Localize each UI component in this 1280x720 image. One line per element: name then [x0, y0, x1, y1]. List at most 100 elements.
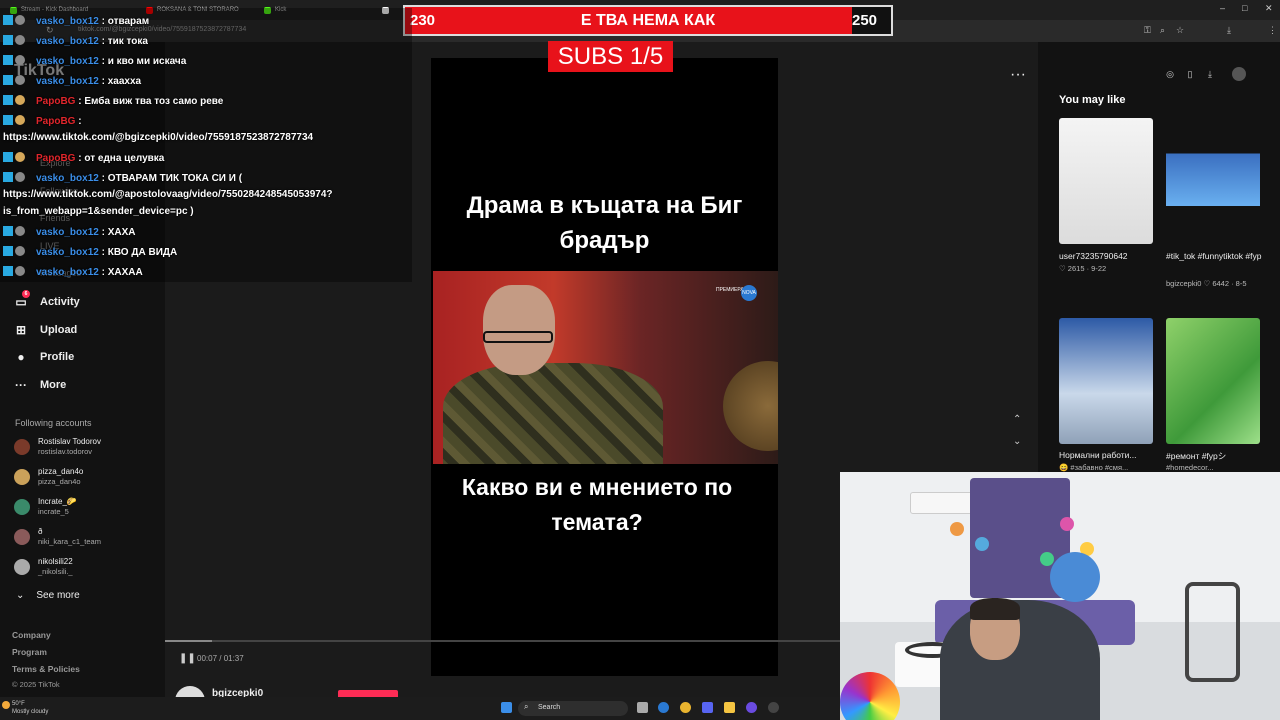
chat-badges: [3, 172, 36, 184]
task-view-icon[interactable]: [637, 702, 648, 713]
sidebar-item-upload[interactable]: ⊞ Upload: [14, 323, 77, 337]
chat-username: PapoBG: [36, 153, 76, 164]
more-options-icon[interactable]: ···: [1010, 66, 1026, 84]
avatar: [14, 559, 30, 575]
user-badge-icon: [15, 246, 25, 256]
user-badge-icon: [15, 95, 25, 105]
chat-message: PapoBG :: [3, 115, 82, 127]
edge-icon[interactable]: [658, 702, 669, 713]
avatar: [14, 499, 30, 515]
footer-link-program[interactable]: Program: [12, 647, 47, 657]
streamer-hair: [970, 598, 1020, 620]
recommended-video-thumbnail[interactable]: [1059, 318, 1153, 444]
chevron-up-icon[interactable]: ⌃: [1013, 414, 1021, 425]
maximize-icon[interactable]: □: [1242, 3, 1247, 13]
recommended-video-caption[interactable]: user73235790642: [1059, 251, 1155, 261]
recommended-video-caption[interactable]: #ремонт #fypシ: [1166, 450, 1262, 462]
phone-icon[interactable]: ▯: [1183, 67, 1197, 81]
downloads-icon[interactable]: ⤓: [1227, 25, 1231, 36]
menu-dots-icon[interactable]: ⋮: [1268, 25, 1277, 36]
discord-icon[interactable]: [702, 702, 713, 713]
streamer: [940, 600, 1100, 720]
see-more-button[interactable]: ⌄ See more: [16, 590, 80, 601]
recommended-video-caption[interactable]: #tik_tok #funnytiktok #fyp...: [1166, 251, 1262, 261]
recommended-video-thumbnail[interactable]: [1166, 118, 1260, 244]
chat-username: vasko_box12: [36, 56, 99, 67]
chat-message: vasko_box12 : отварам: [3, 15, 149, 27]
user-avatar-icon[interactable]: [1232, 67, 1246, 81]
chat-badges: [3, 246, 36, 258]
recommended-video-stats: #homedecor...: [1166, 463, 1214, 472]
platform-badge-icon: [3, 152, 13, 162]
footer-link-company[interactable]: Company: [12, 630, 51, 640]
password-icon[interactable]: ⚿: [1144, 25, 1151, 36]
chevron-down-icon[interactable]: ⌄: [1013, 436, 1021, 447]
search-label: Search: [538, 704, 561, 711]
sidebar-item-profile[interactable]: ● Profile: [14, 350, 74, 364]
recommended-video-caption[interactable]: Нормални работи...: [1059, 450, 1155, 460]
chat-text: : от една целувка: [78, 153, 165, 164]
platform-badge-icon: [3, 35, 13, 45]
weather-icon: [2, 701, 10, 709]
pause-icon[interactable]: ❚❚: [179, 653, 196, 664]
platform-badge-icon: [3, 172, 13, 182]
sidebar-item-more[interactable]: ··· More: [14, 378, 66, 392]
sidebar-item-label: Upload: [40, 324, 78, 336]
user-badge-icon: [15, 226, 25, 236]
weather-widget[interactable]: 50°F Mostly cloudy: [12, 700, 48, 716]
compass-icon[interactable]: ◎: [1163, 67, 1177, 81]
video-progress-bar[interactable]: [165, 640, 840, 642]
more-icon: ···: [15, 378, 27, 392]
platform-badge-icon: [3, 15, 13, 25]
chat-username: vasko_box12: [36, 76, 99, 87]
video-top-caption: Драма в къщата на Биг брадър: [466, 192, 743, 254]
streamer-webcam: [840, 472, 1280, 720]
user-badge-icon: [15, 266, 25, 276]
footer-link-terms[interactable]: Terms & Policies: [12, 664, 80, 674]
air-conditioner: [910, 492, 975, 514]
chat-text: : и кво ми искача: [101, 56, 187, 67]
chat-badges: [3, 266, 36, 278]
download-app-icon[interactable]: ⤓: [1203, 67, 1217, 81]
chat-badges: [3, 35, 36, 47]
chat-message: vasko_box12 : КВО ДА ВИДА: [3, 246, 177, 258]
platform-badge-icon: [3, 266, 13, 276]
following-account[interactable]: Rostislav Todorov rostislav.todorov: [14, 437, 101, 457]
following-account[interactable]: Incrate_🌮 incrate_5: [14, 497, 77, 517]
following-account[interactable]: ð niki_kara_c1_team: [14, 527, 101, 547]
obs-icon[interactable]: [746, 702, 757, 713]
user-badge-icon: [15, 55, 25, 65]
chat-text: : хаахха: [101, 76, 142, 87]
bookmark-star-icon[interactable]: ☆: [1176, 25, 1184, 36]
sidebar-item-activity[interactable]: ▭ 6 Activity: [14, 290, 80, 309]
recommended-video-thumbnail[interactable]: [1059, 118, 1153, 244]
user-badge-icon: [15, 152, 25, 162]
chrome-icon[interactable]: [680, 702, 691, 713]
sticker: [950, 522, 964, 536]
recommended-video-thumbnail[interactable]: [1166, 318, 1260, 444]
settings-icon[interactable]: [768, 702, 779, 713]
chat-message: vasko_box12 : ОТВАРАМ ТИК ТОКА СИ И (: [3, 172, 242, 184]
platform-badge-icon: [3, 95, 13, 105]
chat-message: vasko_box12 : тик тока: [3, 35, 148, 47]
chat-message: https://www.tiktok.com/@bgizcepki0/video…: [3, 132, 313, 143]
following-accounts-title: Following accounts: [15, 418, 92, 428]
windows-start-icon[interactable]: [501, 702, 512, 713]
minimize-icon[interactable]: –: [1220, 3, 1225, 13]
following-account[interactable]: pizza_dan4o pizza_dan4o: [14, 467, 83, 487]
file-explorer-icon[interactable]: [724, 702, 735, 713]
chat-text: : ХАХА: [101, 227, 136, 238]
following-account[interactable]: nikolsili22 _nikolsili._: [14, 557, 73, 577]
chat-badges: [3, 55, 36, 67]
zoom-icon[interactable]: ⌕: [1160, 25, 1165, 36]
you-may-like-title: You may like: [1059, 94, 1126, 106]
chat-text: https://www.tiktok.com/@bgizcepki0/video…: [3, 132, 314, 143]
chat-text: is_from_webapp=1&sender_device=pc ): [3, 206, 194, 217]
recommended-video-stats: bgizcepki0 ♡ 6442 · 8-5: [1166, 279, 1247, 288]
close-icon[interactable]: ✕: [1265, 3, 1273, 14]
chat-badges: [3, 152, 36, 164]
taskbar-search[interactable]: [518, 701, 628, 716]
activity-icon: ▭ 6: [14, 290, 30, 309]
sticker: [1040, 552, 1054, 566]
chat-text: : КВО ДА ВИДА: [101, 247, 178, 258]
